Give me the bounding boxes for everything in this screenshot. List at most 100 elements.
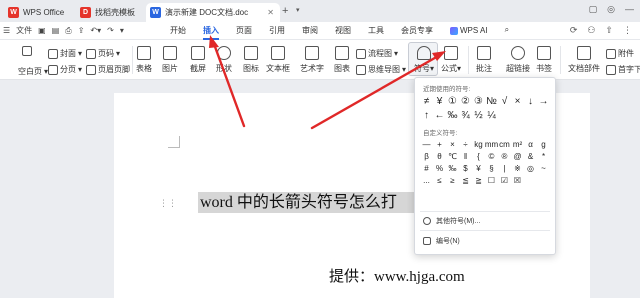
recent-symbol[interactable]: ②: [459, 94, 472, 108]
selected-heading-text[interactable]: word 中的长箭头符号怎么打: [198, 192, 418, 213]
recent-symbol[interactable]: ①: [446, 94, 459, 108]
custom-symbol[interactable]: &: [524, 150, 537, 162]
minimize-icon[interactable]: —: [625, 4, 634, 15]
recent-symbol[interactable]: ③: [472, 94, 485, 108]
custom-symbol[interactable]: §: [485, 162, 498, 174]
custom-symbol[interactable]: {: [472, 150, 485, 162]
section-button[interactable]: 分页 ▾: [48, 64, 82, 75]
export-icon[interactable]: ⇪: [78, 26, 85, 35]
custom-symbol[interactable]: ≧: [472, 174, 485, 186]
custom-symbol[interactable]: ÷: [459, 138, 472, 150]
textbox-button[interactable]: 文本框: [266, 46, 290, 74]
print-icon[interactable]: ⎙: [65, 26, 71, 36]
custom-symbol[interactable]: ...: [420, 174, 433, 186]
custom-symbol[interactable]: +: [433, 138, 446, 150]
custom-symbol[interactable]: ®: [498, 150, 511, 162]
custom-symbol[interactable]: cm: [498, 138, 511, 150]
custom-symbol[interactable]: ¥: [472, 162, 485, 174]
tab-home[interactable]: 开始: [170, 25, 186, 36]
custom-symbol[interactable]: %: [433, 162, 446, 174]
recent-symbol[interactable]: ½: [472, 108, 485, 122]
undo-icon[interactable]: ↶▾: [90, 26, 101, 35]
chart-button[interactable]: 图表: [334, 46, 350, 74]
custom-symbol[interactable]: ≥: [446, 174, 459, 186]
custom-symbol[interactable]: #: [420, 162, 433, 174]
custom-symbol[interactable]: α: [524, 138, 537, 150]
custom-symbol[interactable]: ☑: [498, 174, 511, 186]
tab-tools[interactable]: 工具: [368, 25, 384, 36]
custom-symbol[interactable]: ※: [511, 162, 524, 174]
tab-wps-office[interactable]: W WPS Office: [4, 3, 74, 22]
file-menu[interactable]: 文件: [16, 25, 32, 36]
folder-icon[interactable]: ▤: [52, 26, 60, 35]
recent-symbol[interactable]: ×: [511, 94, 524, 108]
mindmap-button[interactable]: 思维导图 ▾: [356, 64, 406, 75]
custom-symbol[interactable]: ☒: [511, 174, 524, 186]
custom-symbol[interactable]: ☐: [485, 174, 498, 186]
recent-symbol[interactable]: ←: [433, 108, 446, 122]
attachment-button[interactable]: 附件: [606, 48, 634, 59]
custom-symbol[interactable]: ℃: [446, 150, 459, 162]
custom-symbol[interactable]: mm: [485, 138, 498, 150]
wordart-button[interactable]: 艺术字: [300, 46, 324, 74]
icon-button[interactable]: 图标: [243, 46, 259, 74]
tab-view[interactable]: 视图: [335, 25, 351, 36]
flowchart-button[interactable]: 流程图 ▾: [356, 48, 398, 59]
new-tab-icon[interactable]: +: [282, 5, 288, 17]
custom-symbol[interactable]: ◎: [524, 162, 537, 174]
restore-window-icon[interactable]: ▢: [589, 4, 598, 15]
tab-document[interactable]: W 演示新建 DOC文档.doc ✕: [146, 3, 280, 22]
recent-symbol[interactable]: √: [498, 94, 511, 108]
recent-symbol[interactable]: ↓: [524, 94, 537, 108]
numbering-item[interactable]: 编号(N): [423, 236, 460, 246]
shape-button[interactable]: 形状: [216, 46, 232, 74]
custom-symbol[interactable]: kg: [472, 138, 485, 150]
symbol-button[interactable]: 符号▾: [414, 46, 434, 74]
chevron-down-icon[interactable]: ▾: [296, 6, 300, 14]
bookmark-button[interactable]: 书签: [536, 46, 552, 74]
recent-symbol[interactable]: №: [485, 94, 498, 108]
custom-symbol[interactable]: ≦: [459, 174, 472, 186]
custom-symbol[interactable]: *: [537, 150, 550, 162]
tab-template[interactable]: D 找稻壳模板: [76, 3, 144, 22]
doc-parts-button[interactable]: 文档部件: [568, 46, 600, 74]
pin-icon[interactable]: ◎: [607, 4, 615, 15]
recent-symbol[interactable]: ↑: [420, 108, 433, 122]
screenshot-button[interactable]: 截屏: [190, 46, 206, 74]
custom-symbol[interactable]: g: [537, 138, 550, 150]
recent-symbol[interactable]: ¥: [433, 94, 446, 108]
more-chevron-icon[interactable]: ▾: [120, 26, 124, 35]
custom-symbol[interactable]: —: [420, 138, 433, 150]
tab-wps-ai[interactable]: WPS AI: [450, 25, 488, 36]
more-symbols-item[interactable]: 其他符号(M)...: [423, 216, 480, 226]
recent-symbol[interactable]: ‰: [446, 108, 459, 122]
custom-symbol[interactable]: $: [459, 162, 472, 174]
header-footer-button[interactable]: 页眉页脚: [86, 64, 130, 75]
page-number-button[interactable]: 页码 ▾: [86, 48, 120, 59]
recent-symbol[interactable]: ¼: [485, 108, 498, 122]
recent-symbol[interactable]: ¾: [459, 108, 472, 122]
custom-symbol[interactable]: ×: [446, 138, 459, 150]
custom-symbol[interactable]: ‰: [446, 162, 459, 174]
custom-symbol[interactable]: @: [511, 150, 524, 162]
recent-symbol[interactable]: →: [537, 94, 550, 108]
tab-review[interactable]: 审阅: [302, 25, 318, 36]
custom-symbol[interactable]: θ: [433, 150, 446, 162]
drag-handle-icon[interactable]: ⋮⋮: [159, 198, 177, 209]
more-icon[interactable]: ⋮: [623, 25, 632, 36]
custom-symbol[interactable]: ©: [485, 150, 498, 162]
hamburger-menu-icon[interactable]: ☰: [3, 26, 10, 35]
custom-symbol[interactable]: ≤: [433, 174, 446, 186]
sync-icon[interactable]: ⟳: [570, 25, 578, 36]
hyperlink-button[interactable]: 超链接: [506, 46, 530, 74]
picture-button[interactable]: 图片: [162, 46, 178, 74]
cover-button[interactable]: 封面 ▾: [48, 48, 82, 59]
collaborate-icon[interactable]: ⚇: [587, 25, 595, 36]
custom-symbol[interactable]: ~: [537, 162, 550, 174]
tab-page[interactable]: 页面: [236, 25, 252, 36]
redo-icon[interactable]: ↷: [107, 26, 114, 35]
search-icon[interactable]: ⌕: [505, 25, 509, 36]
formula-button[interactable]: 公式▾: [441, 46, 461, 74]
tab-insert[interactable]: 插入: [203, 25, 219, 40]
save-icon[interactable]: ▣: [38, 26, 46, 35]
